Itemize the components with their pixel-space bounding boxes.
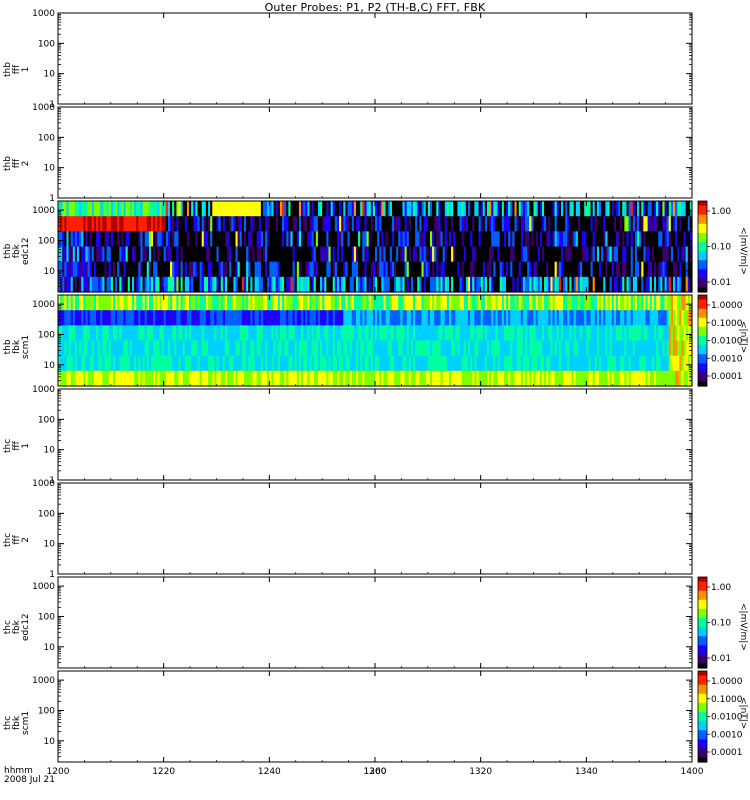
x-axis-date-label: 2008 Jul 21 — [4, 775, 55, 785]
panel-y-label: thb fff 1 — [3, 62, 31, 77]
x-tick-label: 1320 — [469, 767, 492, 777]
y-tick-label: 1000 — [32, 103, 55, 113]
y-tick-label: 1000 — [32, 206, 55, 216]
colorbar-label: <|nT|> — [738, 320, 748, 353]
panel-y-label-line: scm1 — [21, 334, 31, 359]
colorbar-tick-label: 0.0010 — [711, 354, 743, 364]
x-tick-label: 1220 — [152, 767, 175, 777]
colorbar-label: <|mV/m|> — [738, 602, 748, 651]
y-tick-label: 10 — [44, 70, 56, 80]
y-tick-label: 10 — [44, 267, 56, 277]
y-tick-label: 10 — [44, 643, 56, 653]
x-tick-label: 1300 — [364, 767, 387, 777]
y-tick-label: 1000 — [32, 479, 55, 489]
y-tick-label: 100 — [38, 236, 55, 246]
panel-frame — [57, 106, 693, 199]
panel-y-label-line: edc12 — [21, 236, 31, 265]
y-tick-label: 1 — [49, 570, 55, 580]
panel-frame — [57, 670, 693, 763]
panel-y-label: thb fbk scm1 — [3, 334, 31, 359]
y-tick-label: 10 — [44, 540, 56, 550]
panel-y-label-line: 1 — [21, 66, 31, 72]
y-tick-label: 1000 — [32, 582, 55, 592]
panel-y-label: thc fbk edc12 — [3, 612, 31, 641]
y-tick-label: 100 — [38, 415, 55, 425]
x-tick-label: 1340 — [575, 767, 598, 777]
y-tick-label: 10 — [44, 446, 56, 456]
panel-y-label: thc fff 2 — [3, 532, 31, 546]
y-tick-label: 10 — [44, 361, 56, 371]
panel-y-label-line: 1 — [21, 442, 31, 449]
colorbar-tick-label: 0.0001 — [711, 748, 743, 758]
panel-y-label: thc fbk scm1 — [3, 710, 31, 735]
panel-y-label: thb fff 2 — [3, 156, 31, 171]
y-tick-label: 1 — [49, 194, 55, 204]
panel-y-label: thc fff 1 — [3, 438, 31, 452]
y-tick-label: 1000 — [32, 385, 55, 395]
y-tick-label: 100 — [38, 509, 55, 519]
panel-y-label: thb fbk edc12 — [3, 236, 31, 265]
y-tick-label: 1000 — [32, 9, 55, 19]
y-tick-label: 100 — [38, 330, 55, 340]
colorbar-label: <|mV/m|> — [738, 226, 748, 275]
y-tick-label: 100 — [38, 39, 55, 49]
y-tick-label: 100 — [38, 706, 55, 716]
panel-y-label-line: edc12 — [21, 612, 31, 641]
colorbar-tick-label: 1.00 — [711, 207, 731, 217]
colorbar-tick-label: 0.01 — [711, 654, 731, 664]
colorbar-tick-label: 0.10 — [711, 243, 731, 253]
multi-panel-spectrogram: 1000 100 10 1 1000 100 10 1 1000 100 10 1.00 0.10 0.0… — [32, 9, 743, 777]
y-tick-label: 100 — [38, 612, 55, 622]
panel-frame — [57, 12, 693, 105]
panel-frame — [57, 482, 693, 575]
panel-frame — [57, 388, 693, 481]
y-tick-label: 10 — [44, 737, 56, 747]
x-tick-label: 1240 — [258, 767, 281, 777]
colorbar-tick-label: 1.0000 — [711, 677, 743, 687]
y-tick-label: 10 — [44, 164, 56, 174]
colorbar-tick-label: 1.0000 — [711, 301, 743, 311]
panel-y-label-line: 2 — [21, 536, 31, 543]
colorbar-label: <|nT|> — [738, 696, 748, 729]
panel-y-label-line: 2 — [21, 160, 31, 166]
colorbar-tick-label: 0.0010 — [711, 730, 743, 740]
colorbar-tick-label: 1.00 — [711, 583, 731, 593]
x-tick-label: 1400 — [681, 767, 704, 777]
colorbar-tick-label: 0.01 — [711, 278, 731, 288]
y-tick-label: 1000 — [32, 300, 55, 310]
colorbar-tick-label: 0.0001 — [711, 372, 743, 382]
panel-y-label-line: scm1 — [21, 710, 31, 735]
y-tick-label: 100 — [38, 133, 55, 143]
colorbar-tick-label: 0.10 — [711, 619, 731, 629]
panel-frame — [57, 576, 693, 669]
y-tick-label: 1000 — [32, 676, 55, 686]
